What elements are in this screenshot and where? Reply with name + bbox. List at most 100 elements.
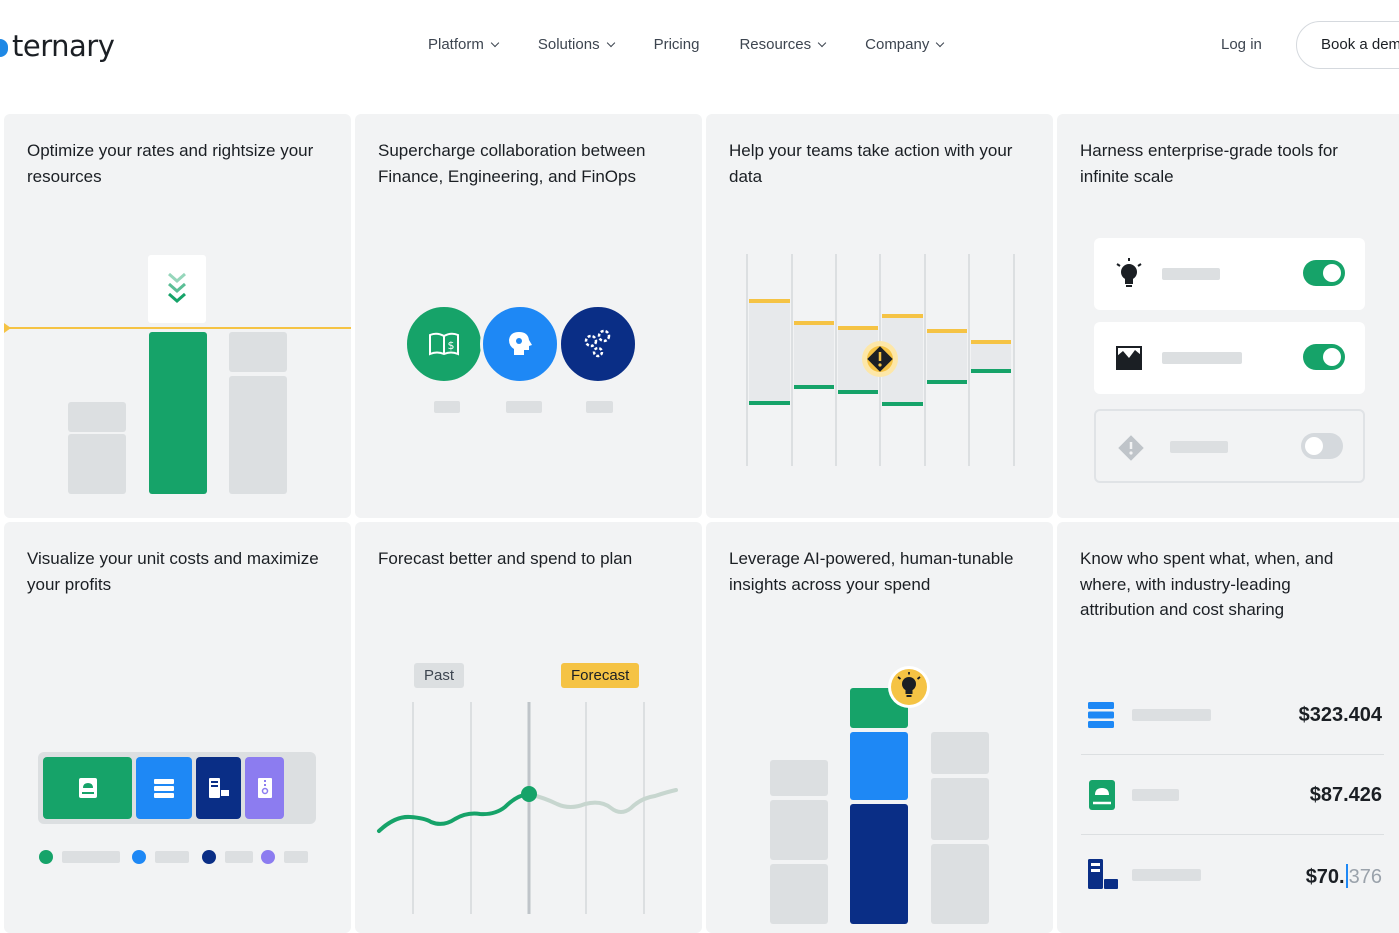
- toggle-on[interactable]: [1303, 344, 1345, 370]
- feature-card-ai-insights[interactable]: Leverage AI-powered, human-tunable insig…: [706, 522, 1053, 933]
- logo-text: ternary: [12, 29, 115, 63]
- nav-company-label: Company: [865, 36, 930, 53]
- bar-segment: [229, 376, 287, 494]
- card-title: Help your teams take action with your da…: [729, 141, 1013, 186]
- attribution-amount-1: $323.404: [1298, 704, 1382, 726]
- setting-row: [1094, 322, 1365, 394]
- toggle-on[interactable]: [1303, 260, 1345, 286]
- legend-dot-navy: [202, 850, 216, 864]
- label-placeholder: [506, 401, 542, 413]
- chevrons-down-icon: [168, 272, 186, 303]
- label-placeholder: [1170, 441, 1228, 453]
- label-placeholder: [1162, 268, 1220, 280]
- bar-segment: [229, 332, 287, 372]
- forecast-tag: Forecast: [561, 663, 640, 688]
- bar-segment: [931, 778, 989, 840]
- warning-diamond-icon: [1118, 435, 1144, 461]
- text-cursor: [1345, 864, 1348, 888]
- label-placeholder: [434, 401, 460, 413]
- network-icon: [196, 757, 241, 819]
- setting-row-disabled: [1094, 409, 1365, 483]
- chevron-down-icon: [817, 38, 827, 47]
- insight-lightbulb-icon: [888, 666, 930, 708]
- logo-mark-icon: [0, 39, 8, 57]
- chevron-down-icon: [490, 38, 500, 47]
- nav-resources[interactable]: Resources: [739, 36, 827, 53]
- bar-segment: [931, 844, 989, 924]
- amount-faded: 376: [1348, 866, 1382, 888]
- threshold-line: [4, 327, 351, 329]
- legend-dot-blue: [132, 850, 146, 864]
- bar-segment: [770, 800, 828, 860]
- label-placeholder: [1132, 869, 1201, 881]
- bar-segment-navy: [850, 804, 908, 924]
- card-title: Harness enterprise-grade tools for infin…: [1080, 141, 1338, 186]
- cloud-server-icon: [43, 757, 132, 819]
- card-title: Leverage AI-powered, human-tunable insig…: [729, 549, 1014, 594]
- bar-segment: [770, 760, 828, 796]
- nav-platform[interactable]: Platform: [428, 36, 500, 53]
- attribution-amount-2: $87.426: [1309, 784, 1382, 806]
- toggle-off[interactable]: [1301, 433, 1343, 459]
- feature-card-attribution[interactable]: Know who spent what, when, and where, wi…: [1057, 522, 1399, 933]
- rate-down-badge: [148, 255, 206, 323]
- cloud-server-icon: [1089, 780, 1115, 810]
- nav-solutions-label: Solutions: [537, 36, 600, 53]
- archive-zip-icon: [245, 757, 284, 819]
- bar-segment: [931, 732, 989, 774]
- chart-frame-icon: [1116, 346, 1142, 370]
- row-divider: [1081, 754, 1384, 755]
- nav-resources-label: Resources: [739, 36, 812, 53]
- database-icon: [136, 757, 192, 819]
- database-icon: [1088, 702, 1114, 728]
- forecast-line-chart: [377, 702, 678, 914]
- label-placeholder: [1132, 789, 1179, 801]
- site-header: ternary Platform Solutions Pricing Resou…: [0, 0, 1399, 96]
- feature-card-optimize[interactable]: Optimize your rates and rightsize your r…: [4, 114, 351, 518]
- bar-highlight: [149, 332, 207, 494]
- feature-card-scale[interactable]: Harness enterprise-grade tools for infin…: [1057, 114, 1399, 518]
- card-title: Optimize your rates and rightsize your r…: [27, 141, 314, 186]
- feature-card-forecast[interactable]: Forecast better and spend to plan Past F…: [355, 522, 702, 933]
- amount-main: $70.: [1305, 866, 1345, 888]
- network-icon: [1088, 859, 1118, 889]
- main-nav: Platform Solutions Pricing Resources Com…: [428, 36, 983, 53]
- finops-gears-icon: [558, 304, 638, 384]
- legend-dot-green: [39, 850, 53, 864]
- legend-label-placeholder: [284, 851, 308, 863]
- legend-dot-purple: [261, 850, 275, 864]
- card-title: Supercharge collaboration between Financ…: [378, 141, 646, 186]
- bar-segment-blue: [850, 732, 908, 800]
- lightbulb-icon: [1116, 258, 1142, 287]
- legend-label-placeholder: [155, 851, 189, 863]
- label-placeholder: [586, 401, 613, 413]
- nav-pricing[interactable]: Pricing: [654, 36, 700, 53]
- book-demo-button[interactable]: Book a demo: [1296, 21, 1399, 69]
- nav-pricing-label: Pricing: [653, 36, 700, 53]
- nav-company[interactable]: Company: [865, 36, 945, 53]
- label-placeholder: [1162, 352, 1242, 364]
- feature-card-unit-costs[interactable]: Visualize your unit costs and maximize y…: [4, 522, 351, 933]
- chevron-down-icon: [606, 38, 615, 47]
- feature-card-collaboration[interactable]: Supercharge collaboration between Financ…: [355, 114, 702, 518]
- card-title: Visualize your unit costs and maximize y…: [27, 549, 319, 594]
- login-link[interactable]: Log in: [1221, 36, 1262, 53]
- finance-book-icon: $: [404, 304, 484, 384]
- bar-segment: [68, 402, 126, 432]
- nav-platform-label: Platform: [428, 36, 484, 53]
- nav-solutions[interactable]: Solutions: [537, 36, 615, 53]
- svg-text:$: $: [448, 339, 455, 352]
- feature-card-action[interactable]: Help your teams take action with your da…: [706, 114, 1053, 518]
- card-title: Know who spent what, when, and where, wi…: [1080, 549, 1334, 619]
- attribution-amount-3: $70. 376: [1306, 864, 1382, 889]
- logo[interactable]: ternary: [0, 26, 115, 66]
- legend-label-placeholder: [225, 851, 253, 863]
- bar-segment: [770, 864, 828, 924]
- threshold-marker-icon: [4, 323, 11, 333]
- past-tag: Past: [414, 663, 465, 688]
- legend-label-placeholder: [62, 851, 120, 863]
- setting-row: [1094, 238, 1365, 310]
- bar-segment: [68, 434, 126, 494]
- label-placeholder: [1132, 709, 1211, 721]
- card-title: Forecast better and spend to plan: [378, 549, 633, 568]
